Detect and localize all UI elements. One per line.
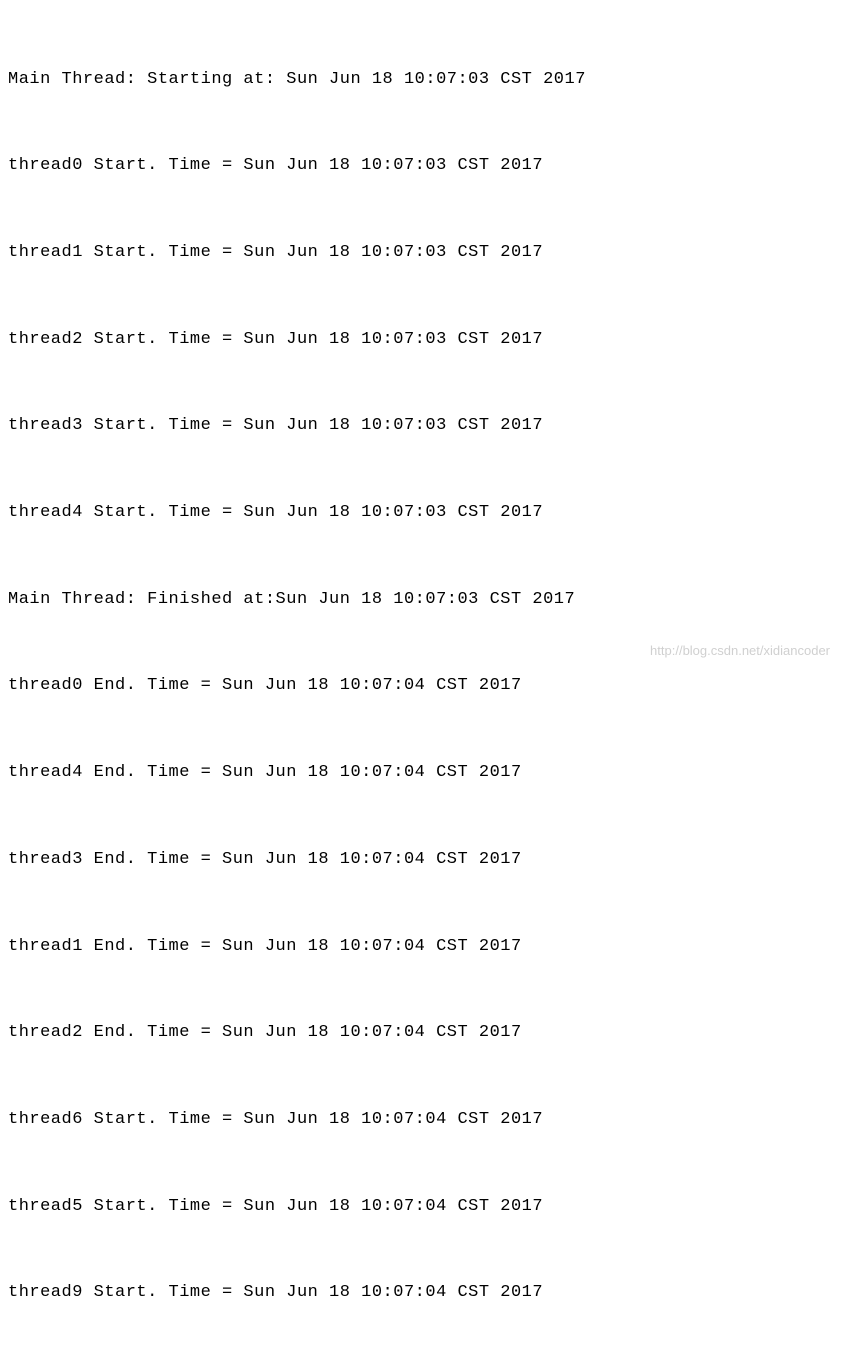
- log-line: thread4 End. Time = Sun Jun 18 10:07:04 …: [8, 759, 842, 788]
- log-line: Main Thread: Starting at: Sun Jun 18 10:…: [8, 66, 842, 95]
- log-line: thread2 End. Time = Sun Jun 18 10:07:04 …: [8, 1019, 842, 1048]
- log-line: thread4 Start. Time = Sun Jun 18 10:07:0…: [8, 499, 842, 528]
- log-line: thread0 End. Time = Sun Jun 18 10:07:04 …: [8, 672, 842, 701]
- log-line: thread2 Start. Time = Sun Jun 18 10:07:0…: [8, 326, 842, 355]
- log-line: thread9 Start. Time = Sun Jun 18 10:07:0…: [8, 1279, 842, 1308]
- log-line: thread1 End. Time = Sun Jun 18 10:07:04 …: [8, 933, 842, 962]
- log-line: thread1 Start. Time = Sun Jun 18 10:07:0…: [8, 239, 842, 268]
- log-line: thread0 Start. Time = Sun Jun 18 10:07:0…: [8, 152, 842, 181]
- log-line: Main Thread: Finished at:Sun Jun 18 10:0…: [8, 586, 842, 615]
- log-line: thread3 End. Time = Sun Jun 18 10:07:04 …: [8, 846, 842, 875]
- watermark-text: http://blog.csdn.net/xidiancoder: [650, 640, 830, 662]
- log-line: thread3 Start. Time = Sun Jun 18 10:07:0…: [8, 412, 842, 441]
- console-output: Main Thread: Starting at: Sun Jun 18 10:…: [8, 8, 842, 1352]
- log-line: thread6 Start. Time = Sun Jun 18 10:07:0…: [8, 1106, 842, 1135]
- log-line: thread5 Start. Time = Sun Jun 18 10:07:0…: [8, 1193, 842, 1222]
